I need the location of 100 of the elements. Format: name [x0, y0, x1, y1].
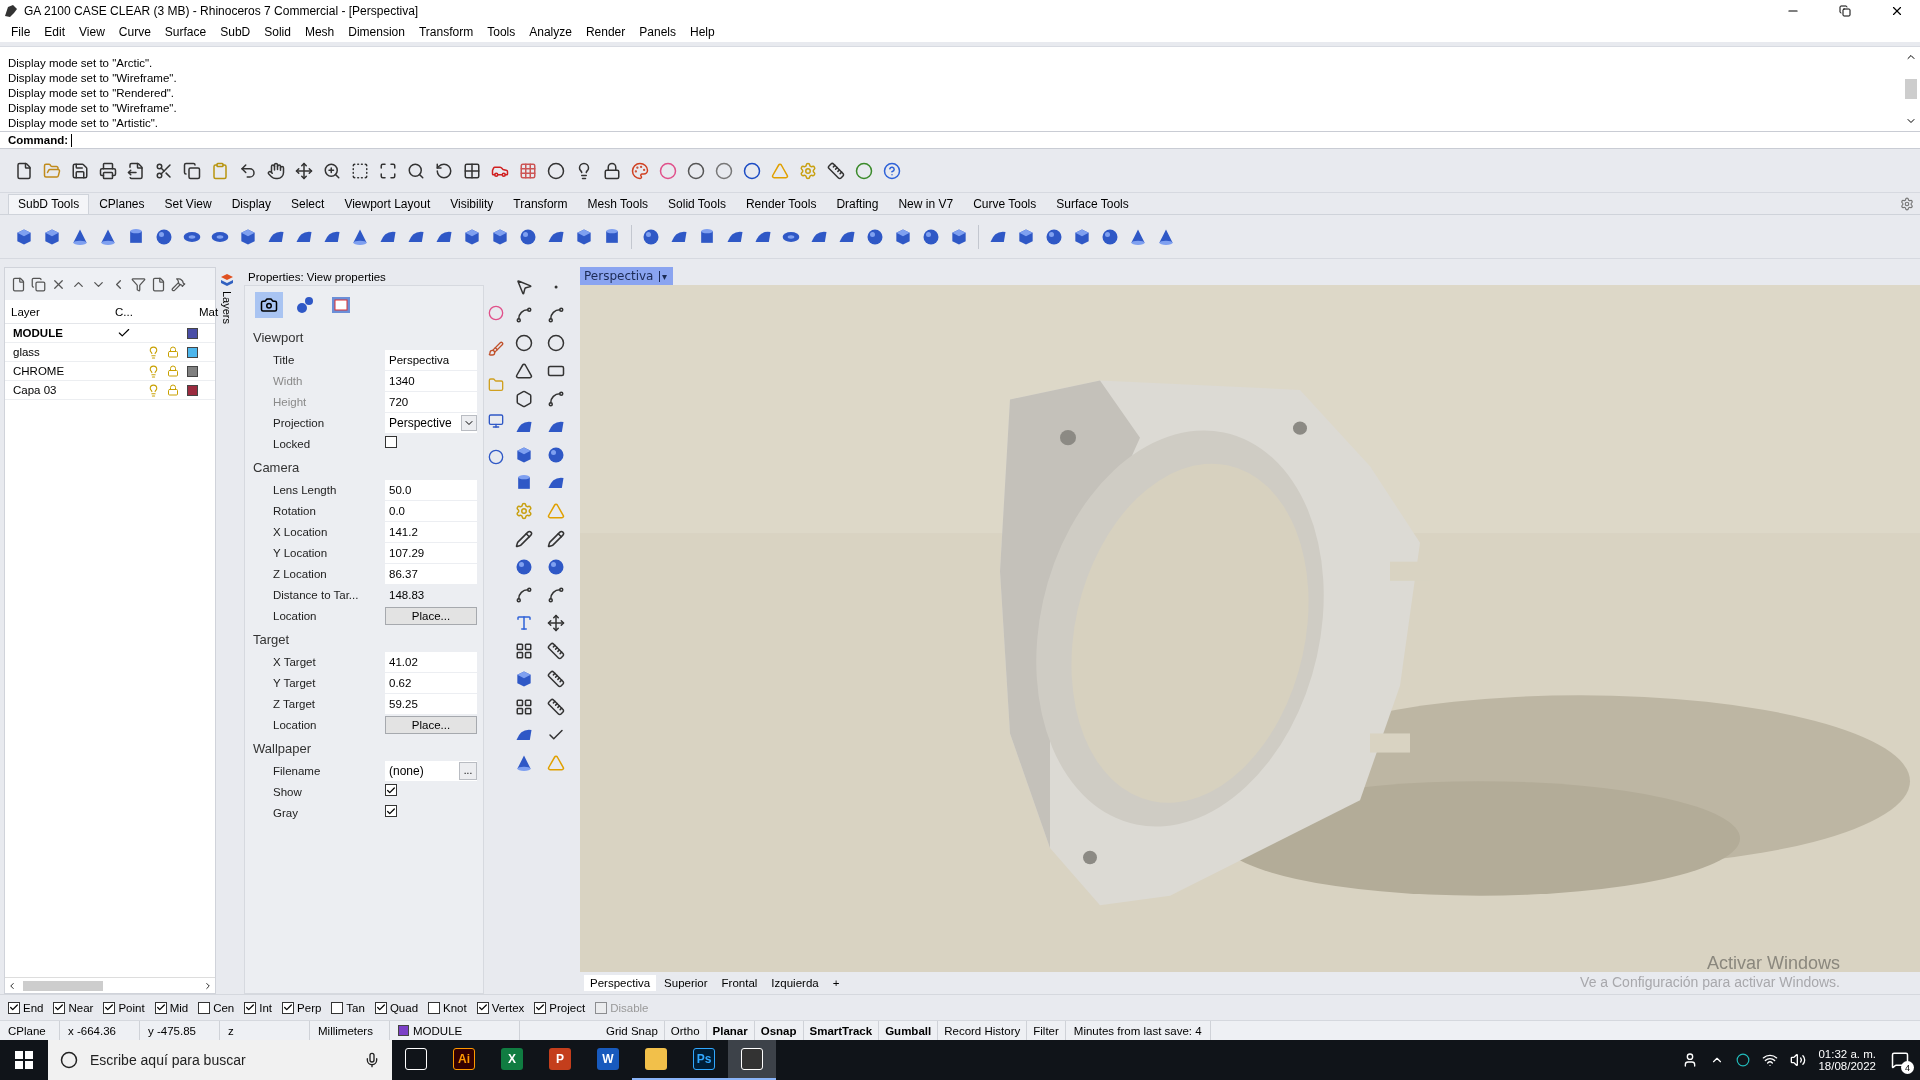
menu-item[interactable]: Dimension	[341, 25, 412, 39]
taskbar-app[interactable]	[728, 1040, 776, 1080]
scrollbar-thumb[interactable]	[23, 980, 103, 991]
hammer-icon[interactable]	[171, 276, 186, 292]
search-icon[interactable]	[60, 1051, 78, 1069]
filename-field[interactable]: (none) ...	[385, 760, 477, 781]
osnap-option[interactable]: End	[8, 1001, 44, 1014]
brush-icon[interactable]	[488, 341, 504, 357]
taskbar-app[interactable]: P	[536, 1040, 584, 1080]
osnap-option[interactable]: Project	[534, 1001, 586, 1014]
search-bar[interactable]: Escribe aquí para buscar	[48, 1040, 392, 1080]
menu-item[interactable]: Solid	[257, 25, 298, 39]
viewport-tab[interactable]: Superior	[658, 975, 714, 991]
viewport-tab[interactable]: Perspectiva	[584, 975, 657, 991]
place-button[interactable]: Place...	[385, 715, 477, 734]
toolbar-tab[interactable]: Select	[281, 194, 335, 214]
layer-name[interactable]: Capa 03	[13, 384, 117, 396]
checkbox[interactable]	[53, 1001, 66, 1014]
toolbar-tab[interactable]: SubD Tools	[8, 194, 90, 214]
osnap-option[interactable]: Int	[244, 1001, 273, 1014]
search-field[interactable]: Escribe aquí para buscar	[88, 1051, 354, 1069]
checkbox[interactable]	[385, 784, 397, 797]
checkbox[interactable]	[385, 805, 397, 818]
menu-item[interactable]: Curve	[111, 25, 158, 39]
projection-dropdown[interactable]: Perspective	[385, 412, 477, 433]
document-icon[interactable]	[151, 276, 166, 292]
osnap-option[interactable]: Point	[103, 1001, 145, 1014]
menu-item[interactable]: Mesh	[297, 25, 342, 39]
toolbar-tab[interactable]: CPlanes	[89, 194, 155, 214]
property-field[interactable]: 0.62	[385, 672, 477, 693]
osnap-option[interactable]: Knot	[428, 1001, 467, 1014]
layer-color-swatch[interactable]	[187, 346, 198, 358]
clock[interactable]: 01:32 a. m. 18/08/2022	[1818, 1048, 1876, 1072]
property-field[interactable]: 41.02	[385, 651, 477, 672]
scroll-right-icon[interactable]	[203, 980, 213, 991]
osnap-option[interactable]: Vertex	[476, 1001, 525, 1014]
toolbar-tab[interactable]: Display	[221, 194, 281, 214]
scrollbar-thumb[interactable]	[1905, 79, 1917, 99]
column-header[interactable]: Mat	[199, 305, 219, 318]
viewport-menu-button[interactable]: ▾	[659, 270, 670, 282]
new-layer-icon[interactable]	[11, 276, 26, 292]
add-tab-button[interactable]: +	[826, 975, 846, 991]
viewport-tab[interactable]: Frontal	[715, 975, 764, 991]
menu-item[interactable]: Panels	[632, 25, 683, 39]
column-header[interactable]: Layer	[11, 305, 115, 318]
toolbar-tab[interactable]: Set View	[154, 194, 222, 214]
checkbox[interactable]	[282, 1001, 295, 1014]
property-field[interactable]: 107.29	[385, 542, 477, 563]
layer-name[interactable]: CHROME	[13, 365, 117, 377]
place-button[interactable]: Place...	[385, 606, 477, 625]
property-field[interactable]: 0.0	[385, 500, 477, 521]
osnap-option[interactable]: Perp	[282, 1001, 322, 1014]
taskbar-app[interactable]: X	[488, 1040, 536, 1080]
menu-item[interactable]: Edit	[37, 25, 73, 39]
checkbox[interactable]	[534, 1001, 547, 1014]
layers-tab[interactable]: Layers	[221, 291, 233, 325]
toolbar-tab[interactable]: Solid Tools	[658, 194, 736, 214]
osnap-option[interactable]: Quad	[374, 1001, 419, 1014]
checkbox[interactable]	[374, 1001, 387, 1014]
close-icon[interactable]	[1890, 4, 1904, 18]
viewport-tab[interactable]: Izquierda	[765, 975, 825, 991]
menu-item[interactable]: Help	[683, 25, 722, 39]
menu-item[interactable]: File	[4, 25, 38, 39]
checkbox[interactable]	[331, 1001, 344, 1014]
checkbox[interactable]	[198, 1001, 211, 1014]
toolbar-tab[interactable]: Surface Tools	[1046, 194, 1139, 214]
menu-item[interactable]: Analyze	[522, 25, 579, 39]
toolbar-tab[interactable]: New in V7	[888, 194, 964, 214]
scroll-left-icon[interactable]	[7, 980, 17, 991]
osnap-option[interactable]: Mid	[154, 1001, 189, 1014]
checkbox[interactable]	[154, 1001, 167, 1014]
menu-item[interactable]: View	[72, 25, 112, 39]
checkbox[interactable]	[428, 1001, 441, 1014]
checkbox[interactable]	[244, 1001, 257, 1014]
layer-name[interactable]: MODULE	[13, 327, 117, 339]
property-field[interactable]: 141.2	[385, 521, 477, 542]
layer-name[interactable]: glass	[13, 346, 117, 358]
menu-item[interactable]: Surface	[157, 25, 214, 39]
taskbar-app[interactable]: W	[584, 1040, 632, 1080]
volume-icon[interactable]	[1790, 1052, 1807, 1068]
layer-color-swatch[interactable]	[187, 384, 198, 396]
microphone-icon[interactable]	[364, 1052, 380, 1068]
toolbar-tab[interactable]: Transform	[503, 194, 578, 214]
checkbox[interactable]	[476, 1001, 489, 1014]
menu-item[interactable]: SubD	[213, 25, 258, 39]
toolbar-tab[interactable]: Render Tools	[735, 194, 827, 214]
layer-color-swatch[interactable]	[187, 365, 198, 377]
toolbar-tab[interactable]: Viewport Layout	[334, 194, 441, 214]
monitor-icon[interactable]	[488, 413, 504, 429]
property-field[interactable]: 59.25	[385, 693, 477, 714]
taskbar-app[interactable]: Ai	[440, 1040, 488, 1080]
property-field[interactable]: 50.0	[385, 479, 477, 500]
copy-icon[interactable]	[31, 276, 46, 292]
filter-icon[interactable]	[131, 276, 146, 292]
checkbox[interactable]	[8, 1001, 20, 1014]
camera-icon[interactable]	[255, 292, 283, 318]
browse-button[interactable]: ...	[459, 761, 477, 780]
circle-icon[interactable]	[1736, 1053, 1751, 1067]
checkbox[interactable]	[103, 1001, 116, 1014]
osnap-option[interactable]: Cen	[198, 1001, 235, 1014]
